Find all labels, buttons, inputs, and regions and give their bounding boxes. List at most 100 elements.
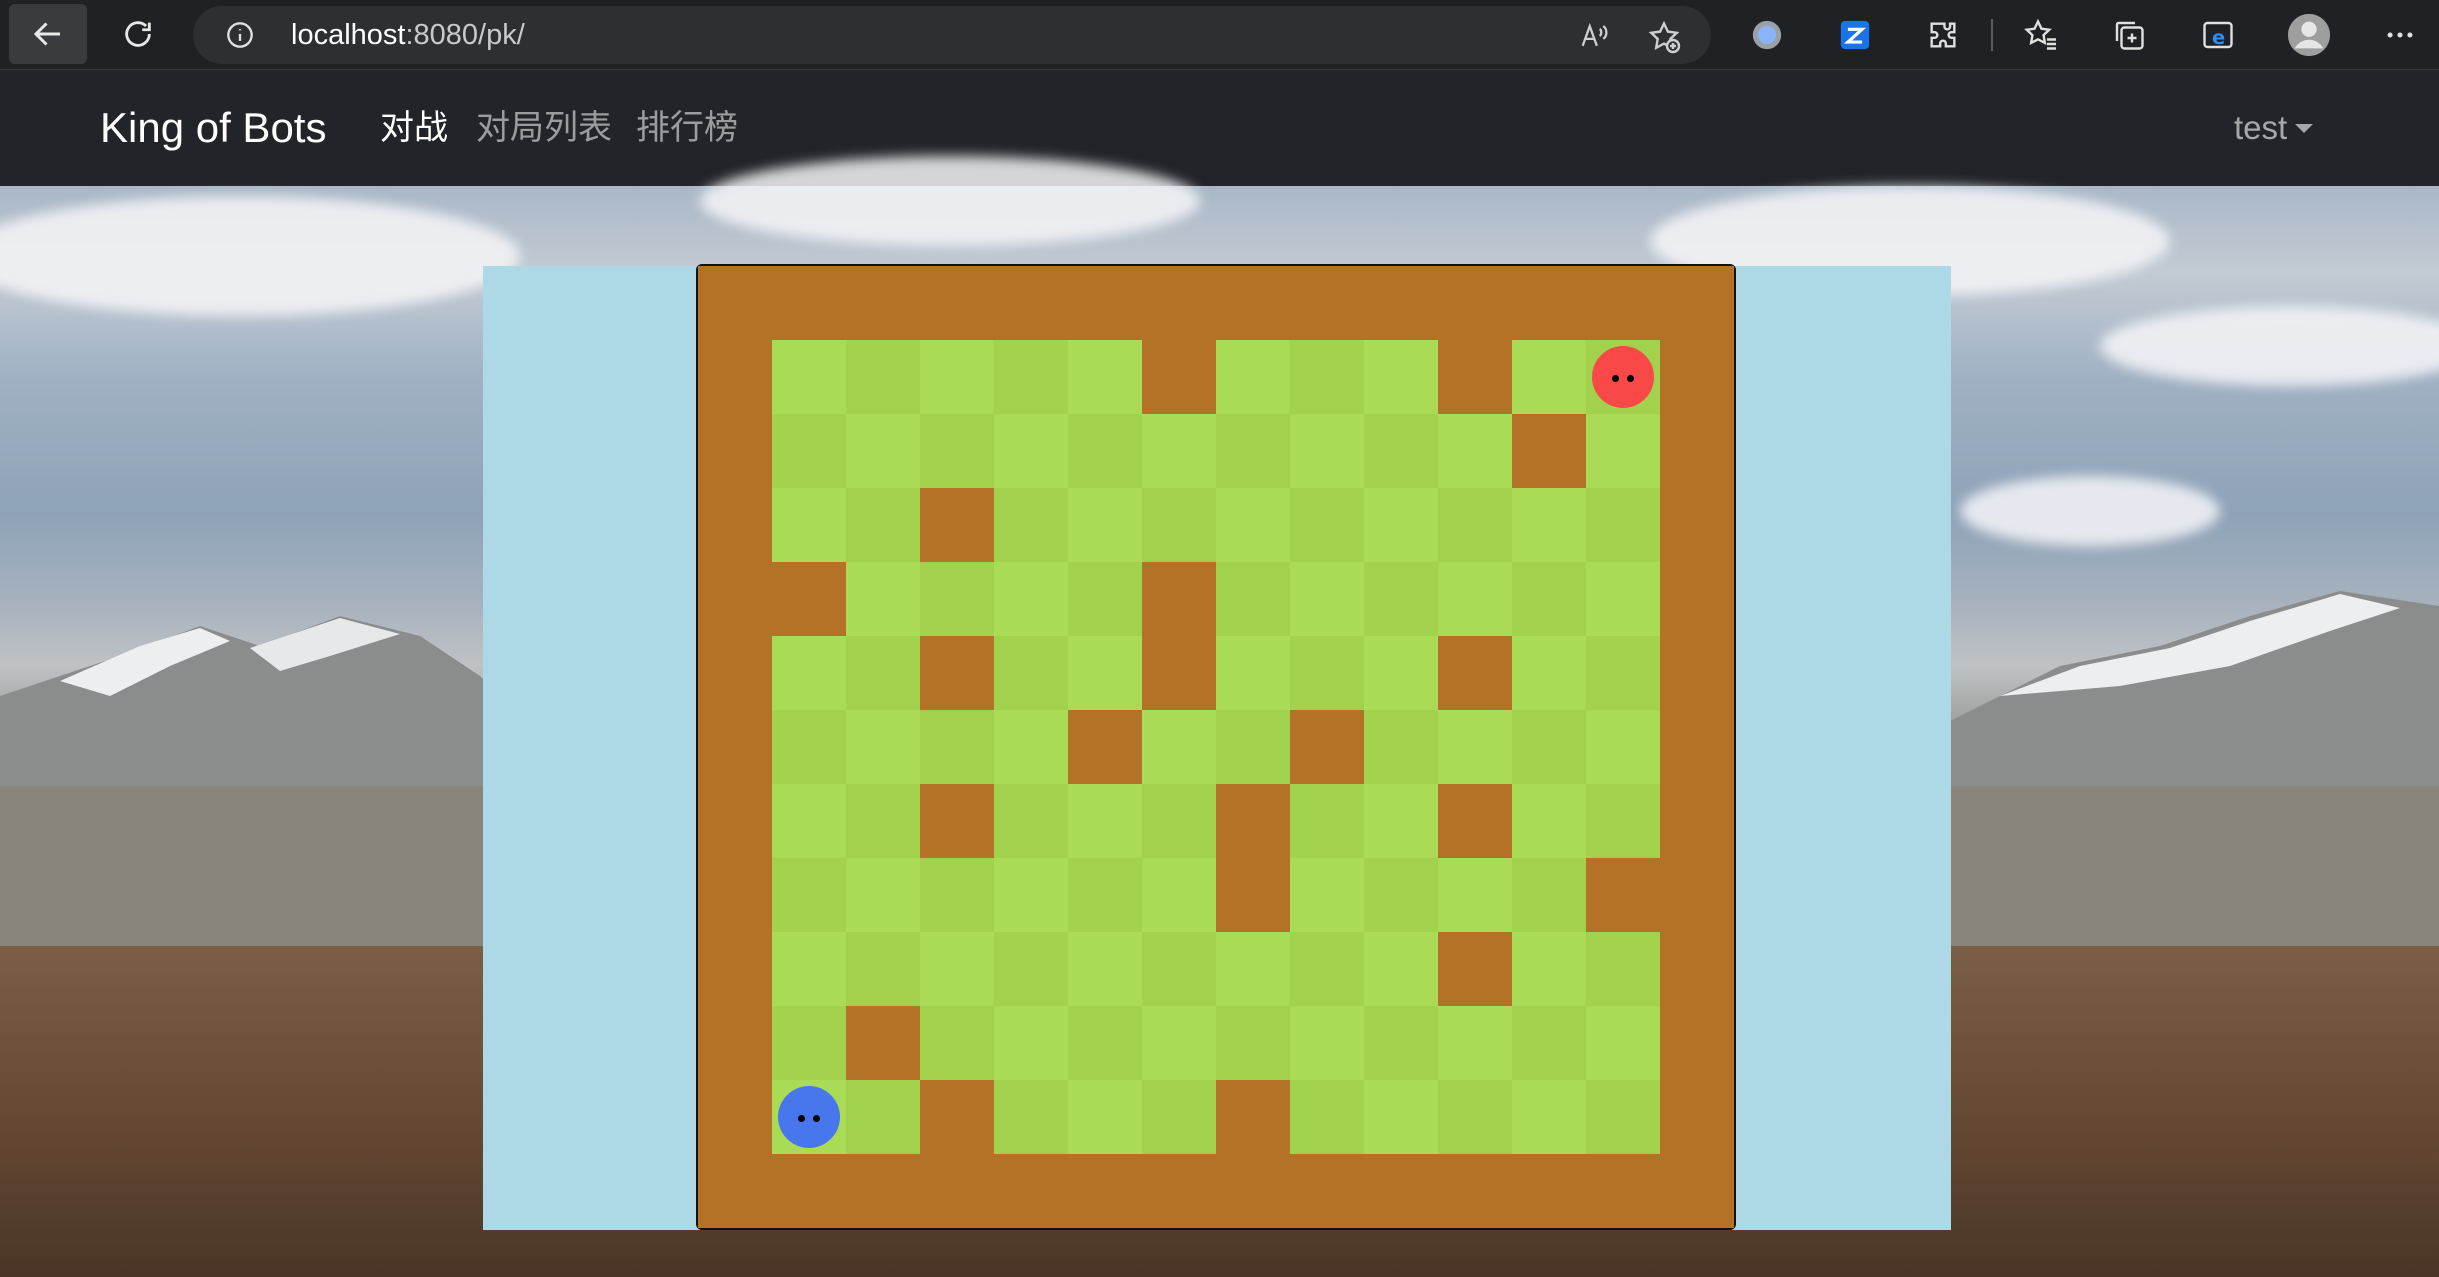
game-map[interactable]: [696, 264, 1736, 1230]
snake-eye: [1627, 375, 1634, 382]
grass-cell: [994, 1006, 1068, 1080]
grass-cell: [1512, 858, 1586, 932]
wall-cell: [1660, 488, 1734, 562]
wall-cell: [1216, 858, 1290, 932]
grass-cell: [846, 414, 920, 488]
wall-cell: [1438, 1154, 1512, 1228]
wall-cell: [1438, 636, 1512, 710]
add-favorite-icon[interactable]: [1646, 19, 1681, 54]
grass-cell: [1290, 488, 1364, 562]
wall-cell: [1142, 266, 1216, 340]
wall-cell: [920, 784, 994, 858]
url-text[interactable]: localhost:8080/pk/: [291, 20, 525, 50]
wall-cell: [920, 1154, 994, 1228]
snake-eye: [798, 1115, 805, 1122]
grass-cell: [1364, 1006, 1438, 1080]
wall-cell: [1142, 1154, 1216, 1228]
grass-cell: [1364, 636, 1438, 710]
grass-cell: [1290, 858, 1364, 932]
svg-text:e: e: [2212, 26, 2225, 49]
grass-cell: [846, 636, 920, 710]
wall-cell: [1660, 340, 1734, 414]
read-aloud-icon[interactable]: [1577, 19, 1611, 53]
internet-explorer-mode-icon[interactable]: e: [2198, 15, 2238, 55]
brand-link[interactable]: King of Bots: [100, 102, 326, 154]
wall-cell: [1438, 340, 1512, 414]
wall-cell: [1660, 858, 1734, 932]
grass-cell: [1586, 1006, 1660, 1080]
grass-cell: [994, 488, 1068, 562]
grass-cell: [1512, 562, 1586, 636]
grass-cell: [846, 932, 920, 1006]
grass-cell: [1364, 932, 1438, 1006]
url-host: localhost: [291, 19, 406, 51]
grass-cell: [1364, 710, 1438, 784]
wall-cell: [772, 1154, 846, 1228]
info-icon[interactable]: [226, 21, 254, 49]
extensions-puzzle-icon[interactable]: [1923, 15, 1963, 55]
collections-icon[interactable]: [2109, 15, 2149, 55]
cloud: [1960, 476, 2220, 546]
grass-cell: [1512, 1006, 1586, 1080]
wall-cell: [772, 562, 846, 636]
wall-cell: [1290, 710, 1364, 784]
nav-link-ranklist[interactable]: 排行榜: [636, 106, 738, 150]
grass-cell: [994, 414, 1068, 488]
grass-cell: [1438, 414, 1512, 488]
grass-cell: [772, 414, 846, 488]
grass-cell: [1216, 932, 1290, 1006]
grass-cell: [920, 1006, 994, 1080]
grass-cell: [1364, 858, 1438, 932]
grass-cell: [1068, 858, 1142, 932]
grass-cell: [846, 710, 920, 784]
grass-cell: [1216, 1006, 1290, 1080]
profile-avatar[interactable]: [2286, 12, 2332, 58]
wall-cell: [698, 488, 772, 562]
nav-link-record-list[interactable]: 对局列表: [476, 106, 612, 150]
grass-cell: [994, 784, 1068, 858]
browser-toolbar: localhost:8080/pk/ e: [0, 0, 2439, 70]
reload-icon: [125, 21, 151, 47]
favorites-icon[interactable]: [2021, 15, 2061, 55]
grass-cell: [772, 858, 846, 932]
wall-cell: [1290, 1154, 1364, 1228]
wall-cell: [846, 266, 920, 340]
wall-cell: [1068, 1154, 1142, 1228]
grass-cell: [1216, 414, 1290, 488]
grass-cell: [772, 710, 846, 784]
wall-cell: [994, 1154, 1068, 1228]
zotero-extension-icon[interactable]: [1835, 15, 1875, 55]
grass-cell: [1438, 858, 1512, 932]
wall-cell: [698, 1154, 772, 1228]
address-bar[interactable]: localhost:8080/pk/: [193, 6, 1711, 64]
grass-cell: [1586, 636, 1660, 710]
wall-cell: [1660, 414, 1734, 488]
cloud: [0, 196, 520, 316]
grass-cell: [1142, 858, 1216, 932]
grass-cell: [1438, 488, 1512, 562]
grass-cell: [846, 858, 920, 932]
nav-link-pk[interactable]: 对战: [380, 106, 448, 150]
grass-cell: [1364, 1080, 1438, 1154]
wall-cell: [1512, 266, 1586, 340]
grass-cell: [1290, 1006, 1364, 1080]
snake-eye: [1612, 375, 1619, 382]
extension-circle-icon[interactable]: [1747, 15, 1787, 55]
grass-cell: [1438, 710, 1512, 784]
grass-cell: [1142, 710, 1216, 784]
wall-cell: [920, 1080, 994, 1154]
grass-cell: [1512, 488, 1586, 562]
more-options-icon[interactable]: [2380, 15, 2420, 55]
user-dropdown[interactable]: test: [2234, 106, 2314, 150]
wall-cell: [1216, 1154, 1290, 1228]
grass-cell: [1068, 488, 1142, 562]
wall-cell: [1660, 932, 1734, 1006]
grass-cell: [994, 710, 1068, 784]
wall-cell: [1438, 932, 1512, 1006]
reload-button[interactable]: [99, 4, 177, 64]
grass-cell: [920, 858, 994, 932]
cloud: [2100, 306, 2439, 386]
snake-eye: [813, 1115, 820, 1122]
back-button[interactable]: [9, 4, 87, 64]
grass-cell: [1142, 1006, 1216, 1080]
